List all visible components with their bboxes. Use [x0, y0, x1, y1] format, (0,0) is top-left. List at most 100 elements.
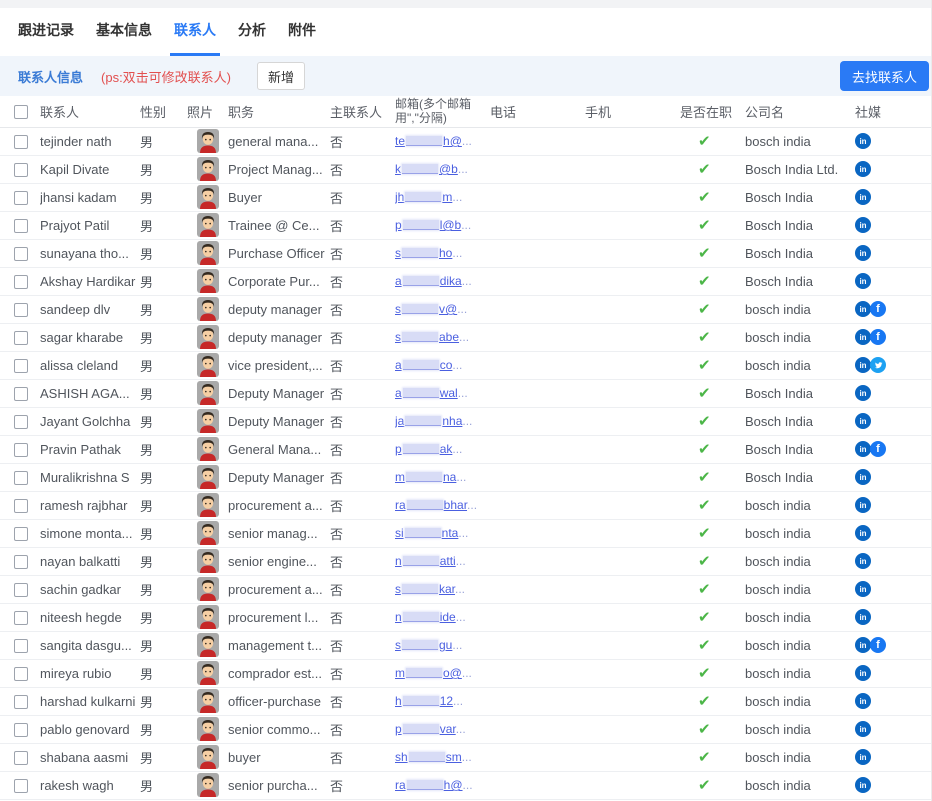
table-row[interactable]: Jayant Golchha 男 Deputy Manager 否 janha.…	[0, 407, 932, 435]
row-checkbox[interactable]	[14, 191, 28, 205]
select-all-checkbox[interactable]	[14, 105, 28, 119]
email-link[interactable]: jhm...	[395, 190, 462, 204]
table-row[interactable]: ramesh rajbhar 男 procurement a... 否 rabh…	[0, 491, 932, 519]
row-checkbox[interactable]	[14, 359, 28, 373]
email-link[interactable]: pl@b...	[395, 218, 471, 232]
linkedin-icon[interactable]: in	[855, 413, 871, 429]
table-row[interactable]: sandeep dlv 男 deputy manager 否 sv@...	[0, 295, 932, 323]
linkedin-icon[interactable]: in	[855, 497, 871, 513]
table-row[interactable]: Akshay Hardikar 男 Corporate Pur... 否 adi…	[0, 267, 932, 295]
table-row[interactable]: Kapil Divate 男 Project Manag... 否 k@b...	[0, 155, 932, 183]
facebook-icon[interactable]: f	[870, 637, 886, 653]
row-checkbox[interactable]	[14, 779, 28, 793]
twitter-icon[interactable]	[870, 357, 886, 373]
email-link[interactable]: nide...	[395, 610, 466, 624]
table-row[interactable]: sachin gadkar 男 procurement a... 否 skar.…	[0, 575, 932, 603]
linkedin-icon[interactable]: in	[855, 441, 871, 457]
email-link[interactable]: sinta...	[395, 526, 468, 540]
email-link[interactable]: shsm...	[395, 750, 472, 764]
table-row[interactable]: mireya rubio 男 comprador est... 否 mo@...	[0, 659, 932, 687]
email-link[interactable]: natti...	[395, 554, 466, 568]
linkedin-icon[interactable]: in	[855, 357, 871, 373]
email-link[interactable]: sv@...	[395, 302, 467, 316]
linkedin-icon[interactable]: in	[855, 609, 871, 625]
row-checkbox[interactable]	[14, 583, 28, 597]
email-link[interactable]: teh@...	[395, 134, 472, 148]
email-link[interactable]: pak...	[395, 442, 462, 456]
table-row[interactable]: shabana aasmi 男 buyer 否 shsm... ✔	[0, 743, 932, 771]
row-checkbox[interactable]	[14, 247, 28, 261]
email-link[interactable]: rabhar...	[395, 498, 477, 512]
tab-follow-up-records[interactable]: 跟进记录	[14, 8, 78, 56]
row-checkbox[interactable]	[14, 499, 28, 513]
linkedin-icon[interactable]: in	[855, 525, 871, 541]
linkedin-icon[interactable]: in	[855, 133, 871, 149]
row-checkbox[interactable]	[14, 331, 28, 345]
facebook-icon[interactable]: f	[870, 329, 886, 345]
linkedin-icon[interactable]: in	[855, 469, 871, 485]
email-link[interactable]: rah@...	[395, 778, 473, 792]
email-link[interactable]: pvar...	[395, 722, 466, 736]
table-row[interactable]: rakesh wagh 男 senior purcha... 否 rah@...	[0, 771, 932, 799]
row-checkbox[interactable]	[14, 471, 28, 485]
email-link[interactable]: adika...	[395, 274, 472, 288]
row-checkbox[interactable]	[14, 303, 28, 317]
add-contact-button[interactable]: 新增	[257, 62, 305, 90]
email-link[interactable]: aco...	[395, 358, 462, 372]
linkedin-icon[interactable]: in	[855, 777, 871, 793]
row-checkbox[interactable]	[14, 611, 28, 625]
email-link[interactable]: mna...	[395, 470, 466, 484]
table-row[interactable]: sunayana tho... 男 Purchase Officer 否 sho…	[0, 239, 932, 267]
row-checkbox[interactable]	[14, 667, 28, 681]
tab-basic-info[interactable]: 基本信息	[92, 8, 156, 56]
linkedin-icon[interactable]: in	[855, 581, 871, 597]
table-row[interactable]: ASHISH AGA... 男 Deputy Manager 否 awal...	[0, 379, 932, 407]
email-link[interactable]: awal...	[395, 386, 468, 400]
linkedin-icon[interactable]: in	[855, 665, 871, 681]
row-checkbox[interactable]	[14, 695, 28, 709]
linkedin-icon[interactable]: in	[855, 721, 871, 737]
row-checkbox[interactable]	[14, 751, 28, 765]
table-row[interactable]: sangita dasgu... 男 management t... 否 sgu…	[0, 631, 932, 659]
table-row[interactable]: tejinder nath 男 general mana... 否 teh@..…	[0, 127, 932, 155]
linkedin-icon[interactable]: in	[855, 301, 871, 317]
facebook-icon[interactable]: f	[870, 301, 886, 317]
table-row[interactable]: alissa cleland 男 vice president,... 否 ac…	[0, 351, 932, 379]
table-row[interactable]: pablo genovard 男 senior commo... 否 pvar.…	[0, 715, 932, 743]
row-checkbox[interactable]	[14, 219, 28, 233]
find-contacts-button[interactable]: 去找联系人	[840, 61, 929, 91]
linkedin-icon[interactable]: in	[855, 217, 871, 233]
row-checkbox[interactable]	[14, 555, 28, 569]
linkedin-icon[interactable]: in	[855, 329, 871, 345]
linkedin-icon[interactable]: in	[855, 161, 871, 177]
tab-contacts[interactable]: 联系人	[170, 8, 220, 56]
tab-attachments[interactable]: 附件	[284, 8, 320, 56]
row-checkbox[interactable]	[14, 639, 28, 653]
email-link[interactable]: mo@...	[395, 666, 472, 680]
linkedin-icon[interactable]: in	[855, 553, 871, 569]
row-checkbox[interactable]	[14, 443, 28, 457]
row-checkbox[interactable]	[14, 275, 28, 289]
row-checkbox[interactable]	[14, 387, 28, 401]
row-checkbox[interactable]	[14, 135, 28, 149]
linkedin-icon[interactable]: in	[855, 245, 871, 261]
table-row[interactable]: Prajyot Patil 男 Trainee @ Ce... 否 pl@b..…	[0, 211, 932, 239]
email-link[interactable]: k@b...	[395, 162, 468, 176]
linkedin-icon[interactable]: in	[855, 693, 871, 709]
table-row[interactable]: simone monta... 男 senior manag... 否 sint…	[0, 519, 932, 547]
row-checkbox[interactable]	[14, 163, 28, 177]
email-link[interactable]: sgu...	[395, 638, 462, 652]
row-checkbox[interactable]	[14, 415, 28, 429]
table-row[interactable]: niteesh hegde 男 procurement l... 否 nide.…	[0, 603, 932, 631]
table-row[interactable]: sagar kharabe 男 deputy manager 否 sabe...	[0, 323, 932, 351]
table-row[interactable]: Pravin Pathak 男 General Mana... 否 pak...	[0, 435, 932, 463]
email-link[interactable]: sabe...	[395, 330, 469, 344]
linkedin-icon[interactable]: in	[855, 385, 871, 401]
email-link[interactable]: sho...	[395, 246, 462, 260]
table-row[interactable]: Muralikrishna S 男 Deputy Manager 否 mna..…	[0, 463, 932, 491]
linkedin-icon[interactable]: in	[855, 273, 871, 289]
email-link[interactable]: h12...	[395, 694, 463, 708]
row-checkbox[interactable]	[14, 723, 28, 737]
table-row[interactable]: harshad kulkarni 男 officer-purchase 否 h1…	[0, 687, 932, 715]
email-link[interactable]: janha...	[395, 414, 472, 428]
